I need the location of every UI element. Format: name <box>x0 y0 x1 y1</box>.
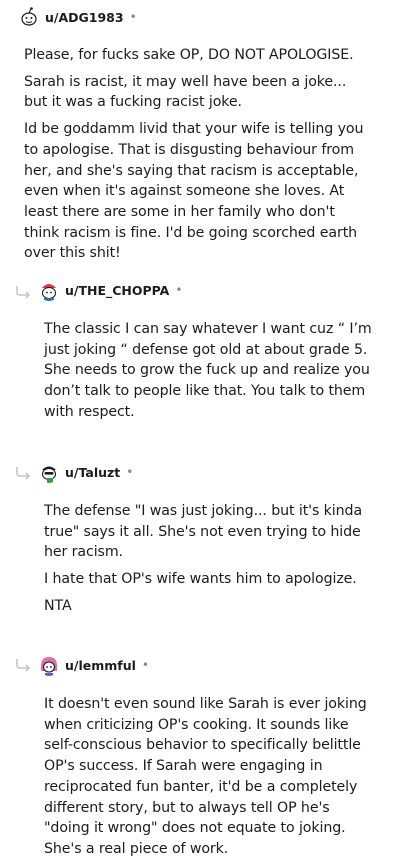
separator-dot: • <box>126 465 134 479</box>
comment-header: u/lemmful • <box>38 653 149 677</box>
username[interactable]: u/lemmful <box>65 658 136 673</box>
user-avatar-icon[interactable] <box>18 6 40 28</box>
comment-header: u/ADG1983 • <box>18 5 137 29</box>
user-avatar-icon[interactable] <box>38 279 60 301</box>
reply-thread-icon <box>16 467 31 480</box>
comment-paragraph: Sarah is racist, it may well have been a… <box>24 73 347 111</box>
reply-thread-icon <box>16 659 31 672</box>
username[interactable]: u/Taluzt <box>65 465 120 480</box>
separator-dot: • <box>175 283 183 297</box>
comment-paragraph: The defense "I was just joking... but it… <box>44 503 363 561</box>
comment-body: The classic I can say whatever I want cu… <box>44 319 378 429</box>
comment-header: u/Taluzt • <box>38 460 133 484</box>
separator-dot: • <box>141 658 149 672</box>
comment-body: The defense "I was just joking... but it… <box>44 501 378 623</box>
username[interactable]: u/ADG1983 <box>45 10 124 25</box>
comment-body: Please, for fucks sake OP, DO NOT APOLOG… <box>24 45 364 270</box>
comment-header: u/THE_CHOPPA • <box>38 278 182 302</box>
comment-body: It doesn't even sound like Sarah is ever… <box>44 694 378 866</box>
user-avatar-icon[interactable] <box>38 461 60 483</box>
user-avatar-icon[interactable] <box>38 654 60 676</box>
comment-paragraph: Please, for fucks sake OP, DO NOT APOLOG… <box>24 47 354 63</box>
comment-paragraph: It doesn't even sound like Sarah is ever… <box>44 696 367 857</box>
comment-paragraph: NTA <box>44 597 72 614</box>
comment-paragraph: I hate that OP's wife wants him to apolo… <box>44 571 357 588</box>
separator-dot: • <box>129 10 137 24</box>
reply-thread-icon <box>16 286 31 299</box>
comment-paragraph: Id be goddamm livid that your wife is te… <box>24 121 364 262</box>
username[interactable]: u/THE_CHOPPA <box>65 283 169 298</box>
comment-paragraph: The classic I can say whatever I want cu… <box>44 321 372 420</box>
